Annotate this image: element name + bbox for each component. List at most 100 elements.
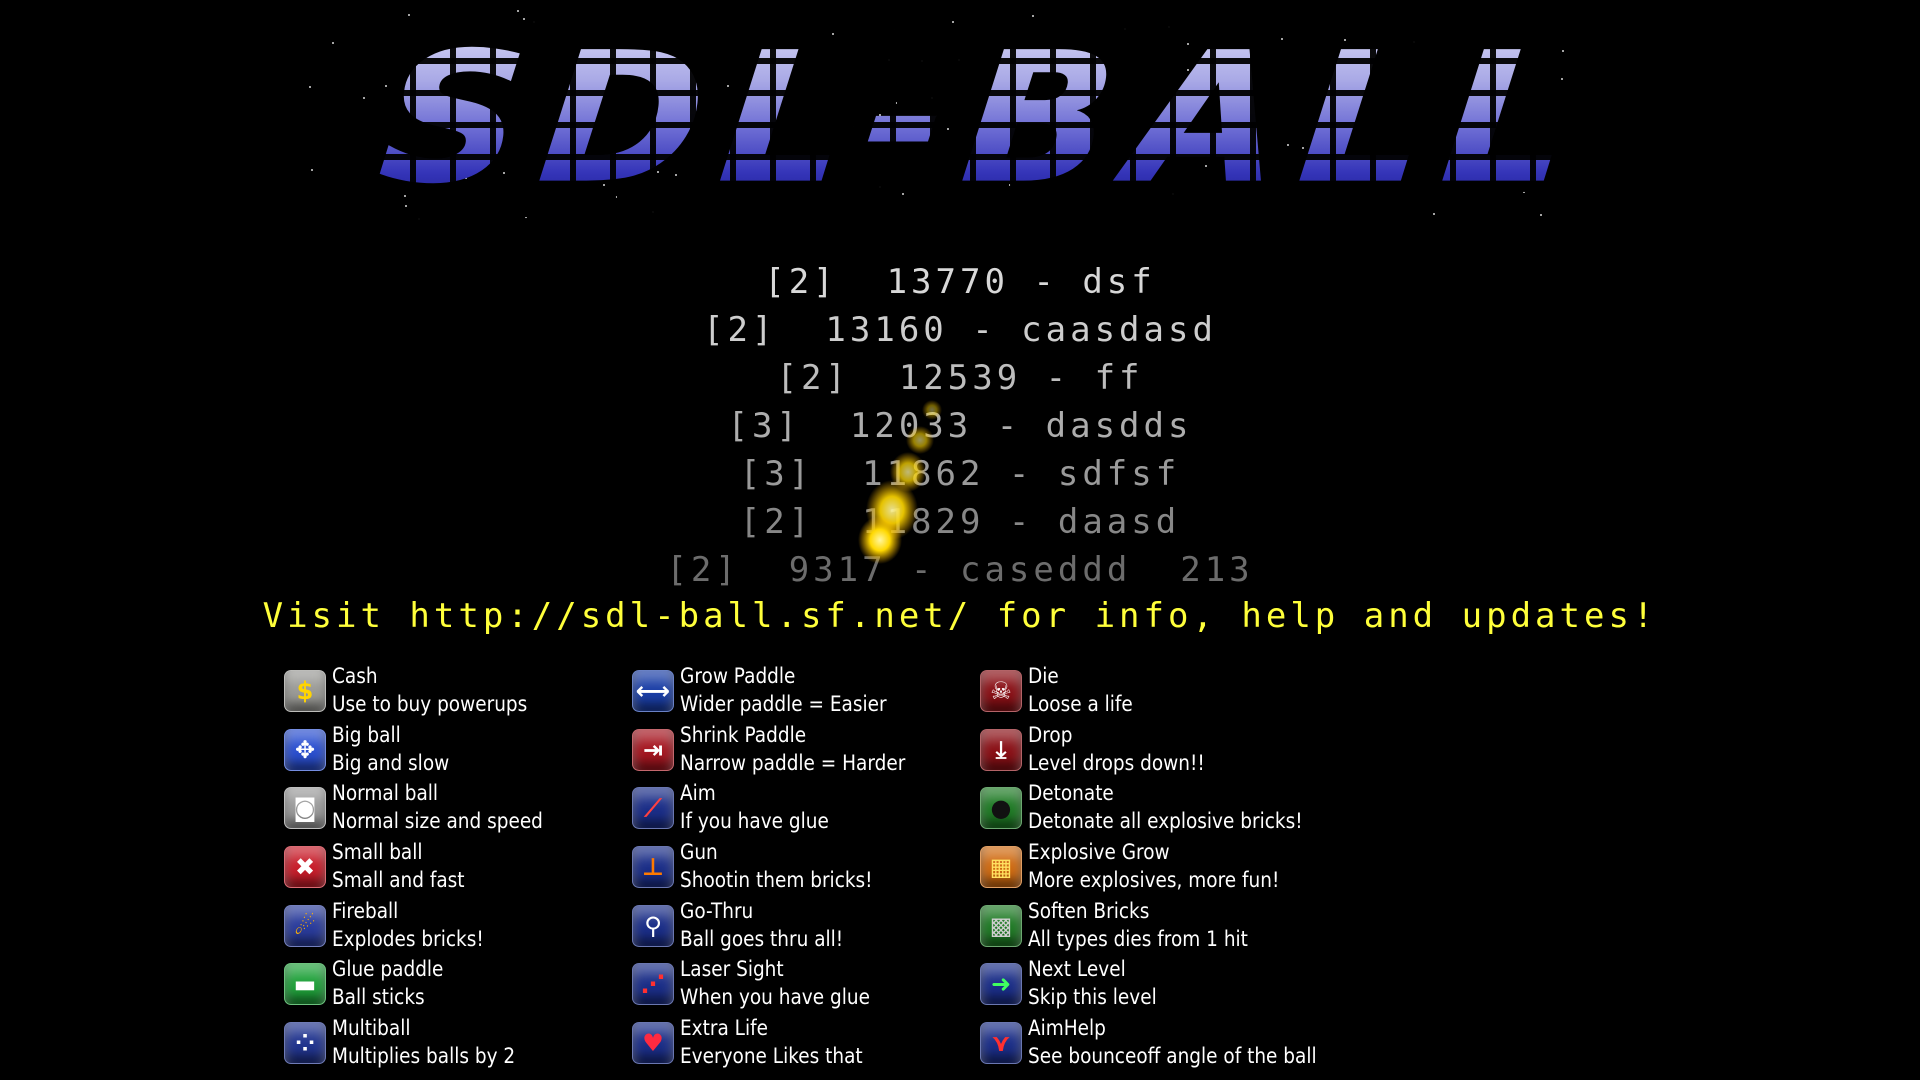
powerup-description: Ball goes thru all!	[680, 926, 844, 951]
star	[311, 168, 314, 171]
glue-paddle-icon: ▬	[284, 963, 326, 1006]
laser-sight-icon: ⋰	[632, 963, 674, 1006]
powerup-description: Level drops down!!	[1028, 750, 1205, 775]
powerup-name: Explosive Grow	[1028, 840, 1170, 865]
powerup-description: More explosives, more fun!	[1028, 868, 1280, 893]
powerup-description: All types dies from 1 hit	[1028, 926, 1248, 951]
powerup-description: Loose a life	[1028, 692, 1133, 716]
expand-arrows-icon: ✥	[284, 728, 326, 771]
fireball-icon: ☄	[284, 904, 326, 947]
highscore-row: [2] 9317 - caseddd 213	[666, 550, 1254, 590]
powerup-item: ⟋ Aim If you have glue	[632, 781, 972, 840]
powerup-description: Detonate all explosive bricks!	[1028, 809, 1303, 834]
heart-icon: ♥	[632, 1022, 674, 1065]
powerup-item: ⋎ AimHelp See bounceoff angle of the ball	[980, 1016, 1320, 1075]
grow-paddle-icon: ⟷	[632, 670, 674, 712]
powerup-item: ✥ Big ball Big and slow	[284, 723, 624, 782]
powerup-item: ● Detonate Detonate all explosive bricks!	[980, 781, 1320, 840]
powerup-description: Everyone Likes that	[680, 1044, 863, 1069]
powerup-name: Go-Thru	[680, 898, 754, 923]
powerup-description: Ball sticks	[332, 985, 425, 1010]
highscore-row: [3] 12033 - dasdds	[727, 406, 1193, 446]
powerup-item: ⁘ Multiball Multiplies balls by 2	[284, 1016, 624, 1075]
star	[332, 42, 335, 45]
powerup-description: Explodes bricks!	[332, 926, 484, 951]
aim-icon: ⟋	[632, 787, 674, 830]
powerup-item: ▩ Soften Bricks All types dies from 1 hit	[980, 899, 1320, 958]
aim-help-icon: ⋎	[980, 1022, 1022, 1065]
powerup-item: ✖ Small ball Small and fast	[284, 840, 624, 899]
powerup-description: Skip this level	[1028, 985, 1157, 1010]
gun-icon: ⊥	[632, 846, 674, 889]
powerup-name: Extra Life	[680, 1016, 768, 1041]
powerup-item: ▦ Explosive Grow More explosives, more fun…	[980, 840, 1320, 899]
powerup-column-1: $ Cash Use to buy powerups ✥ Big ball Big and…	[284, 664, 624, 1075]
powerup-name: AimHelp	[1028, 1016, 1106, 1041]
powerup-name: Normal ball	[332, 781, 439, 806]
info-link[interactable]: Visit http://sdl-ball.sf.net/ for info, …	[0, 592, 1920, 640]
highscore-row: [2] 13770 - dsf	[764, 262, 1156, 302]
shrink-arrows-icon: ✖	[284, 846, 326, 889]
powerup-item: ⤓ Drop Level drops down!!	[980, 723, 1320, 782]
powerup-item: ⇥ Shrink Paddle Narrow paddle = Harder	[632, 723, 972, 782]
powerup-item: ➜ Next Level Skip this level	[980, 957, 1320, 1016]
powerup-description: Multiplies balls by 2	[332, 1044, 516, 1069]
highscore-row: [2] 13160 - caasdasd	[703, 310, 1217, 350]
shrink-paddle-icon: ⇥	[632, 728, 674, 771]
powerup-item: ⟷ Grow Paddle Wider paddle = Easier	[632, 664, 972, 723]
powerup-description: Narrow paddle = Harder	[680, 750, 906, 775]
go-thru-icon: ⚲	[632, 904, 674, 947]
next-level-arrow-icon: ➜	[980, 963, 1022, 1006]
powerup-name: Soften Bricks	[1028, 898, 1150, 923]
game-logo: SDL-BALL	[370, 14, 1600, 224]
highscore-list: [2] 13770 - dsf [2] 13160 - caasdasd [2]…	[0, 258, 1920, 594]
star	[362, 96, 365, 99]
powerup-name: Big ball	[332, 722, 401, 747]
powerup-column-2: ⟷ Grow Paddle Wider paddle = Easier ⇥ Shrink…	[632, 664, 972, 1075]
powerup-item: $ Cash Use to buy powerups	[284, 664, 624, 723]
star	[309, 85, 312, 88]
powerup-description: Wider paddle = Easier	[680, 692, 887, 716]
powerup-item: ♥ Extra Life Everyone Likes that	[632, 1016, 972, 1075]
powerup-name: Drop	[1028, 722, 1073, 747]
powerup-item: ⋰ Laser Sight When you have glue	[632, 957, 972, 1016]
powerup-description: Normal size and speed	[332, 809, 543, 834]
powerup-name: Die	[1028, 664, 1059, 688]
powerup-name: Aim	[680, 781, 716, 806]
normal-ball-icon: ◙	[284, 787, 326, 830]
powerup-description: Shootin them bricks!	[680, 868, 873, 893]
powerup-name: Glue paddle	[332, 957, 444, 982]
powerup-item: ⊥ Gun Shootin them bricks!	[632, 840, 972, 899]
powerup-description: If you have glue	[680, 809, 829, 834]
powerup-name: Small ball	[332, 840, 423, 865]
soften-bricks-icon: ▩	[980, 904, 1022, 947]
powerup-description: Use to buy powerups	[332, 692, 528, 716]
powerup-name: Detonate	[1028, 781, 1114, 806]
highscore-row: [2] 11829 - daasd	[739, 502, 1181, 542]
powerup-name: Fireball	[332, 898, 399, 923]
powerup-description: See bounceoff angle of the ball	[1028, 1044, 1317, 1069]
powerup-item: ☠ Die Loose a life	[980, 664, 1320, 723]
dollar-icon: $	[284, 670, 326, 712]
bomb-icon: ●	[980, 787, 1022, 830]
highscore-row: [3] 11862 - sdfsf	[739, 454, 1181, 494]
powerup-name: Gun	[680, 840, 718, 865]
game-screen: SDL-BALL [2] 13770 - dsf [2] 13160 - caa…	[0, 0, 1920, 1080]
powerup-name: Shrink Paddle	[680, 722, 807, 747]
powerup-name: Laser Sight	[680, 957, 784, 982]
powerup-name: Multiball	[332, 1016, 411, 1041]
multiball-icon: ⁘	[284, 1022, 326, 1065]
powerup-name: Next Level	[1028, 957, 1126, 982]
powerup-description: Small and fast	[332, 868, 465, 893]
powerup-item: ☄ Fireball Explodes bricks!	[284, 899, 624, 958]
powerup-description: When you have glue	[680, 985, 870, 1010]
powerup-item: ▬ Glue paddle Ball sticks	[284, 957, 624, 1016]
skull-icon: ☠	[980, 670, 1022, 712]
powerup-name: Cash	[332, 664, 378, 688]
explosive-bricks-icon: ▦	[980, 846, 1022, 889]
logo-text: SDL-BALL	[360, 14, 1610, 224]
drop-arrow-icon: ⤓	[980, 728, 1022, 771]
powerup-item: ◙ Normal ball Normal size and speed	[284, 781, 624, 840]
powerup-description: Big and slow	[332, 750, 450, 775]
powerup-column-3: ☠ Die Loose a life ⤓ Drop Level drops down!! ●…	[980, 664, 1320, 1075]
